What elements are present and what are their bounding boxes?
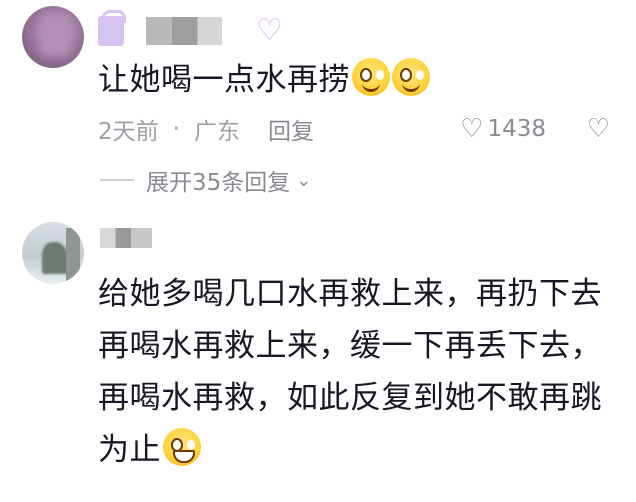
- badge-icon: [98, 10, 126, 46]
- like-count: 1438: [487, 116, 546, 142]
- separator-dot: ·: [172, 116, 180, 142]
- avatar-mosaic: [66, 228, 80, 282]
- comment-text-content: 让她喝一点水再捞: [98, 62, 350, 98]
- expand-replies-label: 展开35条回复: [146, 170, 291, 196]
- username-mosaic: [146, 17, 222, 45]
- username-mosaic: [100, 228, 152, 248]
- avatar-image: [40, 16, 70, 56]
- smile-emoji-icon: [392, 58, 430, 96]
- heart-outline-icon: ♡: [460, 114, 484, 144]
- reply-button[interactable]: 回复: [268, 112, 314, 146]
- expand-replies-button[interactable]: 展开35条回复 ⌄: [100, 162, 311, 198]
- chevron-down-icon: ⌄: [296, 169, 312, 191]
- divider-line: [100, 179, 134, 181]
- username-area[interactable]: [100, 226, 152, 250]
- broken-heart-icon[interactable]: ♡: [587, 114, 610, 144]
- comment-location: 广东: [193, 119, 240, 145]
- heart-decoration-icon: ♡: [256, 13, 283, 48]
- grin-sweat-emoji-icon: [163, 428, 201, 466]
- smile-emoji-icon: [352, 58, 390, 96]
- username-area[interactable]: ♡: [98, 10, 283, 48]
- avatar[interactable]: [22, 222, 84, 284]
- avatar[interactable]: [22, 6, 84, 68]
- comment-date: 2天前: [98, 119, 159, 145]
- comment-text: 给她多喝几口水再救上来，再扔下去再喝水再救上来，缓一下再丢下去，再喝水再救，如此…: [98, 268, 618, 476]
- comment-meta: 2天前 · 广东 回复 ♡ 1438 ♡: [98, 110, 618, 148]
- like-button[interactable]: ♡ 1438: [460, 114, 546, 144]
- comment-text: 让她喝一点水再捞: [98, 54, 430, 106]
- avatar-image: [42, 242, 68, 274]
